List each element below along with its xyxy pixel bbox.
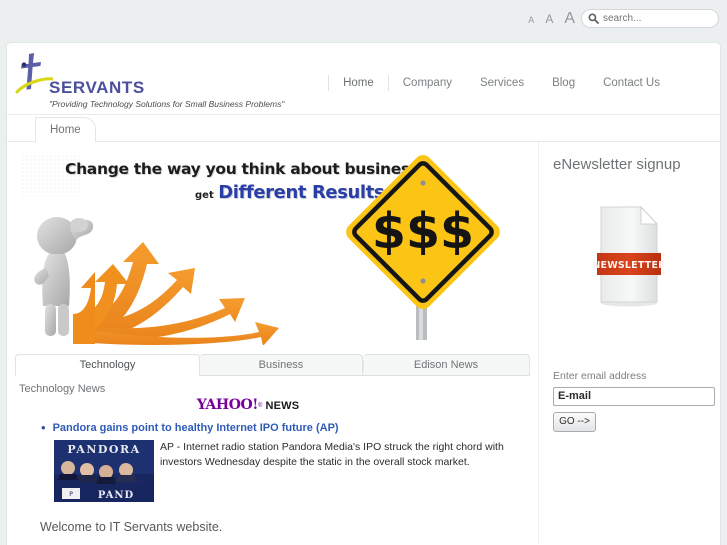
main-navigation: Home Company Services Blog Contact Us bbox=[328, 75, 674, 91]
nav-item-blog[interactable]: Blog bbox=[538, 75, 589, 91]
site-logo[interactable]: SERVANTS "Providing Technology Solutions… bbox=[13, 50, 285, 110]
svg-text:PAND: PAND bbox=[98, 490, 134, 501]
tab-panel-technology: Technology News YAHOO!® NEWS • Pandora ga… bbox=[19, 383, 535, 502]
hero-banner[interactable]: Change the way you think about business … bbox=[15, 148, 535, 348]
sidebar-title: eNewsletter signup bbox=[553, 156, 681, 173]
newsletter-band-label: NEWSLETTER bbox=[593, 260, 665, 271]
newsletter-submit-button[interactable]: GO --> bbox=[553, 411, 596, 432]
page-container: SERVANTS "Providing Technology Solutions… bbox=[6, 42, 721, 545]
newsletter-signup-form: Enter email address GO --> bbox=[553, 370, 715, 432]
font-size-large-button[interactable]: A bbox=[564, 11, 575, 27]
top-utility-bar: A A A bbox=[0, 0, 727, 42]
email-field-label: Enter email address bbox=[553, 370, 647, 382]
dollar-road-sign-illustration: $$$ bbox=[346, 155, 500, 340]
logo-wordmark: SERVANTS bbox=[49, 78, 145, 97]
tab-edison-news[interactable]: Edison News bbox=[363, 354, 530, 376]
site-header: SERVANTS "Providing Technology Solutions… bbox=[7, 43, 720, 115]
body-columns: Change the way you think about business … bbox=[7, 142, 720, 544]
tab-edison-news-label: Edison News bbox=[413, 359, 479, 371]
road-sign-text: $$$ bbox=[372, 203, 474, 260]
diverging-arrows-illustration bbox=[73, 242, 279, 345]
font-size-medium-button[interactable]: A bbox=[545, 13, 553, 25]
welcome-text: Welcome to IT Servants website. bbox=[40, 520, 223, 534]
tab-divider bbox=[363, 360, 364, 372]
it-servants-cross-icon bbox=[15, 53, 53, 94]
search-icon bbox=[588, 13, 599, 24]
newsletter-document-icon: NEWSLETTER bbox=[592, 205, 666, 307]
breadcrumb-bar: Home bbox=[7, 115, 720, 142]
bullet-icon: • bbox=[41, 420, 46, 435]
banner-get-text: get bbox=[195, 190, 214, 201]
news-item: • Pandora gains point to healthy Interne… bbox=[41, 420, 535, 435]
search-box[interactable] bbox=[581, 9, 719, 28]
news-article: PANDORA P PAND AP - Internet radio stati… bbox=[54, 440, 535, 502]
email-field[interactable] bbox=[553, 386, 715, 406]
sidebar: eNewsletter signup NEWSLETTER Enter emai… bbox=[538, 142, 721, 544]
svg-text:PANDORA: PANDORA bbox=[67, 443, 140, 456]
nav-item-services[interactable]: Services bbox=[466, 75, 538, 91]
main-column: Change the way you think about business … bbox=[7, 142, 537, 544]
news-tabs: Technology Business Edison News bbox=[15, 354, 530, 376]
nav-item-home[interactable]: Home bbox=[329, 75, 388, 91]
pandora-ipo-photo: PANDORA P PAND bbox=[54, 440, 154, 502]
yahoo-wordmark: YAHOO! bbox=[196, 397, 259, 413]
yahoo-news-logo: YAHOO!® NEWS bbox=[19, 396, 535, 414]
search-input[interactable] bbox=[603, 10, 713, 27]
article-thumbnail[interactable]: PANDORA P PAND bbox=[54, 440, 154, 502]
yahoo-news-suffix: NEWS bbox=[265, 400, 300, 412]
newsletter-icon-wrap: NEWSLETTER bbox=[592, 203, 721, 312]
nav-item-contact-us[interactable]: Contact Us bbox=[589, 75, 674, 91]
news-headline-link[interactable]: Pandora gains point to healthy Internet … bbox=[53, 422, 339, 434]
font-size-controls: A A A bbox=[528, 11, 575, 27]
svg-text:P: P bbox=[69, 491, 73, 498]
registered-mark-icon: ® bbox=[258, 403, 263, 409]
font-size-small-button[interactable]: A bbox=[528, 16, 534, 25]
logo-tagline: "Providing Technology Solutions for Smal… bbox=[49, 99, 285, 109]
breadcrumb-item-home[interactable]: Home bbox=[35, 117, 96, 142]
nav-item-company[interactable]: Company bbox=[389, 75, 466, 91]
tab-business[interactable]: Business bbox=[200, 354, 363, 376]
tab-panel-heading: Technology News bbox=[19, 383, 106, 395]
tab-technology[interactable]: Technology bbox=[15, 354, 200, 376]
